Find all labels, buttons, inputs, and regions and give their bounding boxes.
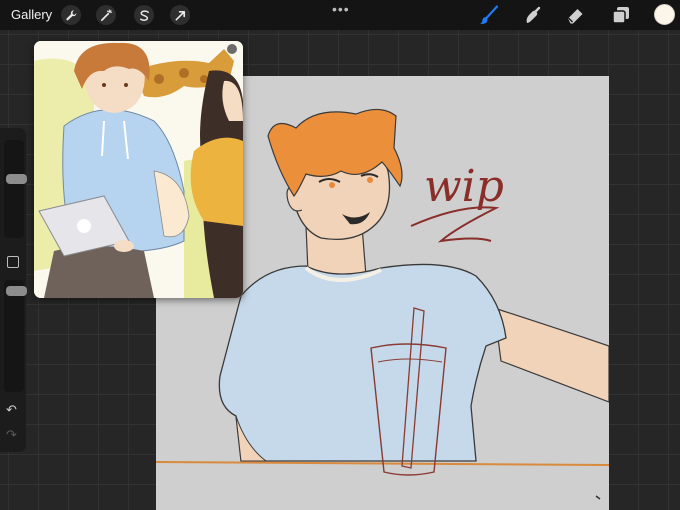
magic-wand-icon[interactable]	[96, 5, 116, 25]
opacity-thumb[interactable]	[6, 286, 27, 296]
more-options-icon[interactable]: •••	[332, 2, 350, 16]
wrench-icon[interactable]	[61, 5, 81, 25]
smudge-icon[interactable]	[521, 4, 543, 26]
selection-icon[interactable]	[134, 5, 154, 25]
brush-size-thumb[interactable]	[6, 174, 27, 184]
reference-close-icon[interactable]	[227, 44, 237, 54]
eraser-icon[interactable]	[565, 4, 587, 26]
left-sidebar: ↶ ↷	[0, 128, 27, 452]
color-picker-swatch[interactable]	[654, 4, 675, 25]
gallery-button[interactable]: Gallery	[11, 7, 52, 22]
modify-button[interactable]	[7, 256, 19, 268]
transform-arrow-icon[interactable]	[170, 5, 190, 25]
undo-icon[interactable]: ↶	[6, 402, 17, 418]
opacity-slider[interactable]	[4, 280, 27, 392]
redo-icon[interactable]: ↷	[6, 427, 17, 443]
reference-illustration	[34, 41, 243, 298]
reference-image-window[interactable]	[34, 41, 243, 298]
layers-icon[interactable]	[610, 4, 632, 26]
brush-size-slider[interactable]	[4, 140, 27, 238]
top-toolbar: Gallery •••	[0, 0, 680, 30]
wip-handwritten-text: wip	[424, 161, 504, 212]
brush-icon[interactable]	[478, 4, 500, 26]
